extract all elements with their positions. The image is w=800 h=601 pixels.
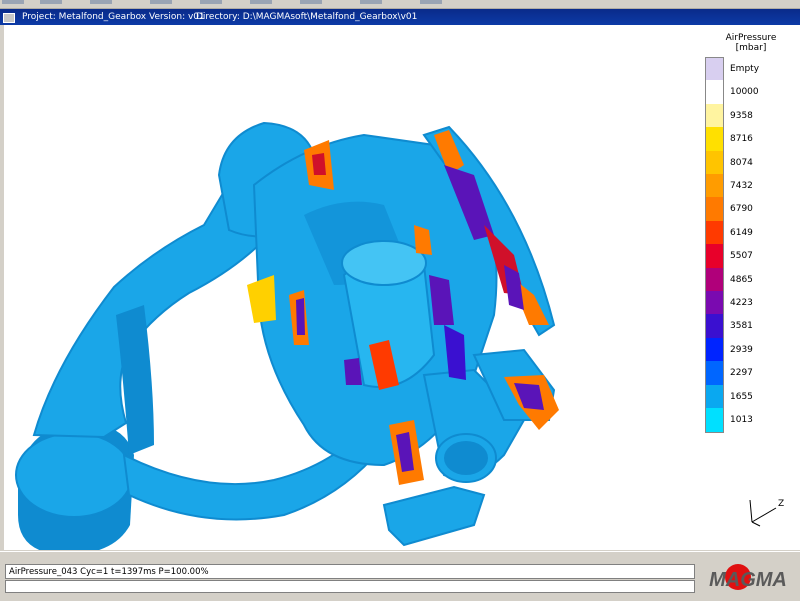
legend-label: 6149 bbox=[730, 227, 753, 238]
legend-label: 1013 bbox=[730, 415, 753, 425]
air-pocket bbox=[296, 298, 305, 335]
legend-label: 4865 bbox=[730, 274, 753, 285]
toolbar-button[interactable] bbox=[150, 0, 172, 4]
legend-swatch bbox=[705, 174, 723, 198]
toolbar-button[interactable] bbox=[90, 0, 112, 4]
legend-unit: [mbar] bbox=[735, 43, 767, 53]
legend-swatch bbox=[705, 314, 723, 339]
legend-swatch bbox=[705, 197, 723, 222]
casting-model[interactable] bbox=[4, 25, 800, 550]
toolbar-button[interactable] bbox=[200, 0, 222, 4]
legend-swatch bbox=[705, 57, 723, 81]
svg-text:MAGMA: MAGMA bbox=[709, 569, 787, 591]
legend-label: 5507 bbox=[730, 251, 753, 262]
window-titlebar: Project: Metalfond_Gearbox Version: v01 … bbox=[0, 9, 800, 25]
legend-label: 9358 bbox=[730, 110, 753, 121]
legend-label: 4223 bbox=[730, 298, 753, 308]
legend-label: 7432 bbox=[730, 181, 753, 191]
legend-swatch bbox=[705, 103, 723, 128]
legend-label: 10000 bbox=[730, 87, 759, 98]
legend-label: 8716 bbox=[730, 134, 753, 145]
legend-label: 1655 bbox=[730, 391, 753, 402]
legend-label: 8074 bbox=[730, 157, 753, 168]
legend-swatch bbox=[705, 80, 723, 105]
magma-logo: MAGMA bbox=[709, 564, 787, 591]
legend-label: 2297 bbox=[730, 368, 753, 379]
toolbar-button[interactable] bbox=[250, 0, 272, 4]
model-cylinder-top bbox=[341, 240, 427, 286]
model-ring-top bbox=[15, 432, 133, 518]
air-pocket-yellow bbox=[247, 275, 276, 323]
legend-swatch bbox=[705, 244, 723, 269]
toolbar-button[interactable] bbox=[2, 0, 24, 4]
legend-swatch bbox=[705, 291, 723, 315]
axis-triad: Z bbox=[749, 499, 784, 527]
legend-label: Empty bbox=[730, 64, 760, 74]
legend-title-text: AirPressure bbox=[725, 33, 777, 43]
status-bar: AirPressure_043 Cyc=1 t=1397ms P=100.00%… bbox=[0, 551, 800, 601]
model-tube-hole bbox=[444, 441, 488, 475]
toolbar bbox=[0, 0, 800, 9]
legend-swatch bbox=[705, 127, 723, 152]
legend-swatch bbox=[705, 337, 723, 362]
directory-label: Directory: D:\MAGMAsoft\Metalfond_Gearbo… bbox=[196, 12, 418, 22]
3d-viewport[interactable]: AirPressure [mbar] Empty 10000 9358 8716 807… bbox=[4, 25, 800, 550]
legend-label: 2939 bbox=[730, 344, 753, 355]
system-menu-icon[interactable] bbox=[3, 13, 15, 23]
legend-label: 6790 bbox=[730, 204, 753, 215]
model-bottom-tab bbox=[382, 485, 486, 547]
legend-label: 3581 bbox=[730, 321, 753, 332]
toolbar-button[interactable] bbox=[360, 0, 382, 4]
legend-swatch bbox=[705, 408, 723, 432]
model-arm-inner bbox=[116, 305, 154, 455]
legend-title: AirPressure [mbar] bbox=[696, 33, 800, 53]
status-info-2 bbox=[5, 580, 695, 593]
toolbar-button[interactable] bbox=[40, 0, 62, 4]
legend-swatch bbox=[705, 220, 723, 245]
air-pocket bbox=[312, 153, 326, 175]
legend-swatch bbox=[705, 384, 723, 409]
project-label: Project: Metalfond_Gearbox Version: v01 bbox=[22, 12, 205, 22]
legend-swatch bbox=[705, 267, 723, 292]
legend-swatch bbox=[705, 361, 723, 386]
toolbar-button[interactable] bbox=[300, 0, 322, 4]
air-pocket bbox=[344, 358, 362, 385]
toolbar-button[interactable] bbox=[420, 0, 442, 4]
status-info: AirPressure_043 Cyc=1 t=1397ms P=100.00% bbox=[5, 564, 695, 579]
axis-z-label: Z bbox=[778, 499, 784, 509]
legend-swatch bbox=[705, 150, 723, 175]
